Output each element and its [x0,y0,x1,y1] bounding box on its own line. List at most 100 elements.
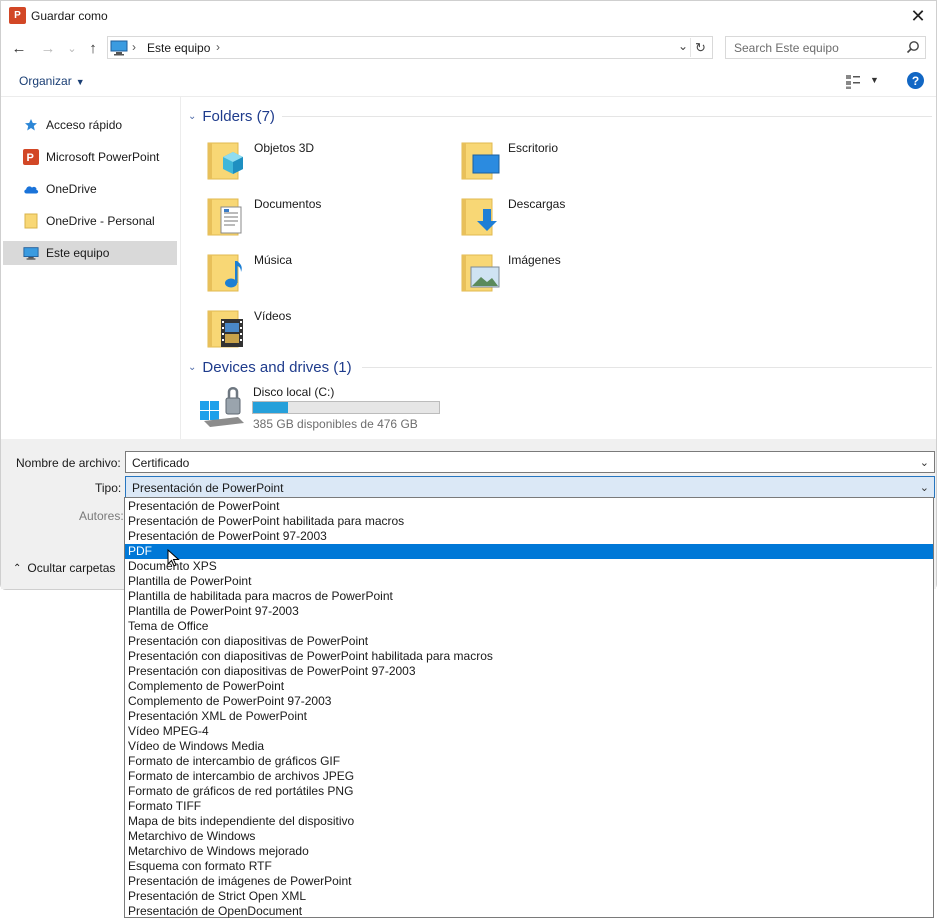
organize-menu[interactable]: Organizar ▼ [19,74,85,88]
breadcrumb-separator: › [132,40,136,54]
filename-field[interactable]: Certificado ⌄ [125,451,935,473]
drive-free-space: 385 GB disponibles de 476 GB [253,417,418,431]
help-label: ? [911,73,920,88]
computer-icon [23,245,39,261]
type-option[interactable]: Complemento de PowerPoint [125,679,933,694]
type-option[interactable]: Vídeo de Windows Media [125,739,933,754]
sidebar-item-onedrive-personal[interactable]: OneDrive - Personal [3,209,177,233]
type-option[interactable]: Presentación XML de PowerPoint [125,709,933,724]
type-option[interactable]: Presentación con diapositivas de PowerPo… [125,664,933,679]
sidebar-item-microsoft-powerpoint[interactable]: P Microsoft PowerPoint [3,145,177,169]
sidebar-item-label: Acceso rápido [46,118,123,132]
search-input[interactable]: Search Este equipo [725,36,926,59]
type-option[interactable]: Metarchivo de Windows mejorado [125,844,933,859]
type-option[interactable]: Formato de intercambio de archivos JPEG [125,769,933,784]
folder-objetos-3d[interactable]: Objetos 3D [207,139,457,191]
type-option[interactable]: Presentación de imágenes de PowerPoint [125,874,933,889]
videos-folder-icon [207,310,243,348]
type-option[interactable]: Presentación de PowerPoint [125,499,933,514]
drive-usage-bar [252,401,440,414]
file-view: ⌄ Folders (7) Objetos 3D Escritorio Docu… [182,97,936,439]
folders-group-header[interactable]: ⌄ Folders (7) [188,106,275,126]
desktop-folder-icon [461,142,500,180]
sidebar-item-label: OneDrive - Personal [46,214,155,228]
downloads-folder-icon [461,198,497,236]
sidebar-item-onedrive[interactable]: OneDrive [3,177,177,201]
devices-group-header[interactable]: ⌄ Devices and drives (1) [188,357,352,377]
type-option[interactable]: Tema de Office [125,619,933,634]
type-option[interactable]: Presentación de PowerPoint habilitada pa… [125,514,933,529]
back-button[interactable]: ← [9,38,29,58]
folder-descargas[interactable]: Descargas [461,195,711,247]
folder-label: Descargas [508,197,566,211]
refresh-button[interactable]: ↻ [690,38,710,57]
folder-label: Objetos 3D [254,141,315,155]
folder-documentos[interactable]: Documentos [207,195,457,247]
search-placeholder: Search Este equipo [734,41,839,55]
chevron-up-icon: ⌃ [13,562,22,574]
refresh-icon: ↻ [695,39,706,55]
filename-value: Certificado [132,456,190,470]
computer-icon [110,40,128,56]
type-option[interactable]: Presentación de OpenDocument [125,904,933,919]
view-options-icon[interactable] [845,74,861,90]
chevron-down-icon[interactable]: ⌄ [920,481,929,494]
type-option[interactable]: Documento XPS [125,559,933,574]
type-option[interactable]: Formato TIFF [125,799,933,814]
type-option[interactable]: Vídeo MPEG-4 [125,724,933,739]
sidebar-item-label: Este equipo [46,246,110,260]
sidebar-item-este-equipo[interactable]: Este equipo [3,241,177,265]
chevron-down-icon: ⌄ [67,42,77,55]
view-caret-icon[interactable]: ▼ [870,75,879,85]
breadcrumb-separator: › [216,40,220,54]
address-bar[interactable]: › Este equipo › ⌄ ↻ [107,36,713,59]
type-option[interactable]: Metarchivo de Windows [125,829,933,844]
type-option[interactable]: Plantilla de PowerPoint [125,574,933,589]
hide-folders-label: Ocultar carpetas [27,561,116,575]
folder-icon [23,213,39,229]
group-divider [362,367,932,368]
type-option[interactable]: Esquema con formato RTF [125,859,933,874]
documents-folder-icon [207,198,242,236]
drive-disco-local-c[interactable]: Disco local (C:) 385 GB disponibles de 4… [200,383,460,433]
type-option[interactable]: Presentación con diapositivas de PowerPo… [125,649,933,664]
cloud-icon [23,181,39,197]
type-option[interactable]: Plantilla de habilitada para macros de P… [125,589,933,604]
breadcrumb-este-equipo[interactable]: Este equipo [147,41,210,55]
close-icon: ✕ [910,5,926,26]
close-button[interactable]: ✕ [904,3,932,29]
command-bar: Organizar ▼ ▼ ? [1,67,936,97]
type-option[interactable]: Presentación de Strict Open XML [125,889,933,904]
chevron-down-icon[interactable]: ⌄ [920,456,929,469]
type-select[interactable]: Presentación de PowerPoint ⌄ [125,476,935,498]
type-dropdown-list[interactable]: Presentación de PowerPoint Presentación d… [124,497,934,918]
group-divider [282,116,932,117]
type-option[interactable]: Presentación con diapositivas de PowerPo… [125,634,933,649]
objects-3d-folder-icon [207,142,243,180]
type-option[interactable]: Formato de intercambio de gráficos GIF [125,754,933,769]
help-icon[interactable]: ? [907,72,924,89]
sidebar-item-acceso-rapido[interactable]: Acceso rápido [3,113,177,137]
type-option[interactable]: Plantilla de PowerPoint 97-2003 [125,604,933,619]
drive-usage-fill [253,402,289,413]
type-option[interactable]: Mapa de bits independiente del dispositi… [125,814,933,829]
search-icon [906,41,919,54]
up-button[interactable]: ↑ [83,38,103,58]
folder-musica[interactable]: Música [207,251,457,303]
music-folder-icon [207,254,242,292]
address-history-icon[interactable]: ⌄ [678,39,688,53]
folder-videos[interactable]: Vídeos [207,307,457,359]
folder-escritorio[interactable]: Escritorio [461,139,711,191]
type-option[interactable]: PDF [125,544,933,559]
drive-icon [200,387,244,427]
type-option[interactable]: Complemento de PowerPoint 97-2003 [125,694,933,709]
organize-label: Organizar [19,74,72,88]
recent-locations-button[interactable]: ⌄ [62,38,82,58]
folder-label: Escritorio [508,141,559,155]
folder-imagenes[interactable]: Imágenes [461,251,711,303]
drive-label: Disco local (C:) [253,385,335,399]
forward-button[interactable]: → [38,38,58,58]
type-option[interactable]: Formato de gráficos de red portátiles PN… [125,784,933,799]
type-option[interactable]: Presentación de PowerPoint 97-2003 [125,529,933,544]
hide-folders-button[interactable]: ⌃ Ocultar carpetas [13,561,115,575]
